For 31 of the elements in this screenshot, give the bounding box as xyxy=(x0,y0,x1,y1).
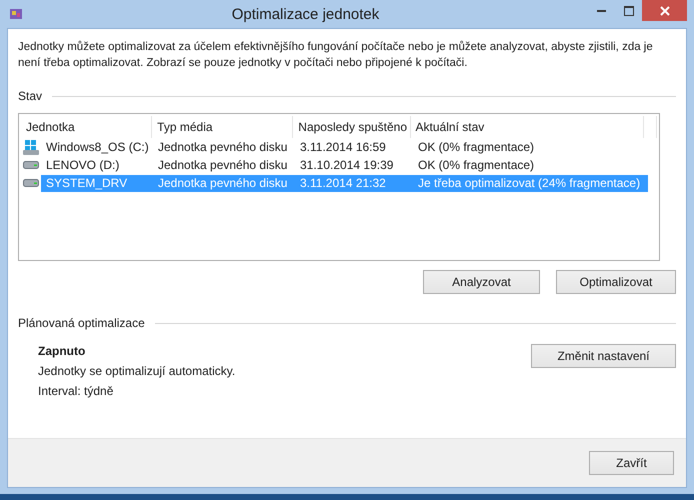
close-dialog-button[interactable]: Zavřít xyxy=(589,451,674,475)
column-header[interactable]: Jednotka xyxy=(21,116,152,138)
table-cell[interactable]: Windows8_OS (C:) xyxy=(41,138,153,156)
table-cell[interactable]: 31.10.2014 19:39 xyxy=(295,156,413,174)
close-button[interactable] xyxy=(642,0,687,21)
hard-drive-icon xyxy=(23,161,39,169)
action-button[interactable]: Optimalizovat xyxy=(556,270,676,294)
hard-drive-icon xyxy=(23,179,39,187)
defragment-icon xyxy=(9,7,23,21)
change-settings-button[interactable]: Změnit nastavení xyxy=(531,344,676,368)
section-title: Plánovaná optimalizace xyxy=(18,316,145,330)
maximize-icon xyxy=(624,6,634,16)
table-cell[interactable]: LENOVO (D:) xyxy=(41,156,153,174)
column-header[interactable]: Naposledy spuštěno xyxy=(293,116,411,138)
schedule-state: Zapnuto xyxy=(38,344,86,358)
table-cell[interactable]: Jednotka pevného disku xyxy=(153,138,295,156)
column-header[interactable]: Typ média xyxy=(152,116,294,138)
table-cell[interactable]: OK (0% fragmentace) xyxy=(413,156,648,174)
intro-text: Jednotky můžete optimalizovat za účelem efektivnějšího fungování počítače nebo je můžete analyzovat, abyste zjistili, zda je není třeba optimalizovat. Zobrazí se pouze jednotky v počítači nebo připojené k počítači. xyxy=(18,40,654,71)
schedule-interval: Interval: týdně xyxy=(38,384,114,398)
table-cell[interactable]: OK (0% fragmentace) xyxy=(413,138,648,156)
column-header[interactable]: Aktuální stav xyxy=(410,116,644,138)
window-title: Optimalizace jednotek xyxy=(232,6,380,22)
section-title: Stav xyxy=(18,89,42,103)
windows-drive-icon xyxy=(23,139,39,155)
close-icon xyxy=(660,6,670,16)
minimize-icon xyxy=(597,10,606,12)
table-cell[interactable]: Jednotka pevného disku xyxy=(153,156,295,174)
action-button[interactable]: Analyzovat xyxy=(423,270,540,294)
schedule-description: Jednotky se optimalizují automaticky. xyxy=(38,364,236,378)
table-cell[interactable]: 3.11.2014 16:59 xyxy=(295,138,413,156)
